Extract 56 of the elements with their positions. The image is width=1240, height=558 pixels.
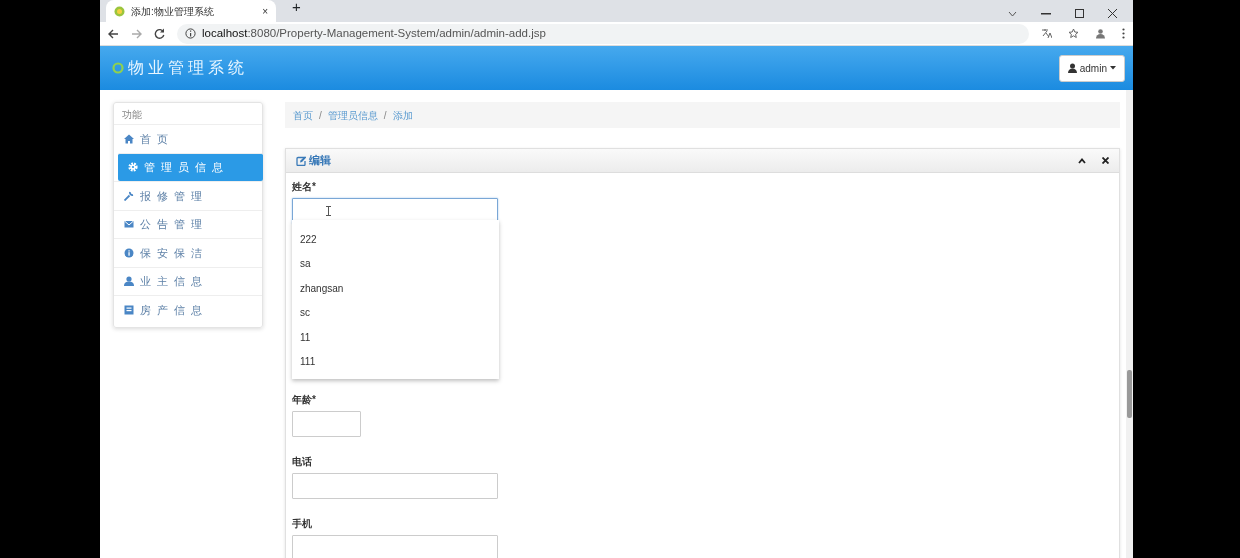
text-cursor-icon (326, 206, 331, 216)
caret-icon (1110, 66, 1116, 70)
field-label: 手机 (292, 517, 313, 531)
autocomplete-option[interactable]: zhangsan (292, 276, 499, 301)
address-bar[interactable]: localhost:8080/Property-Management-System/admin/admin-add.jsp (177, 23, 1029, 44)
sidebar-item[interactable]: 首页 (114, 124, 262, 153)
autocomplete-option[interactable]: 111 (292, 349, 499, 374)
info-icon (124, 247, 134, 258)
edit-icon (296, 155, 306, 166)
home-icon (124, 133, 134, 144)
close-icon[interactable] (1108, 9, 1117, 18)
field-label: 电话 (292, 455, 313, 469)
wrench-icon (124, 190, 134, 201)
close-tab-button[interactable]: × (262, 3, 268, 19)
sidebar-item[interactable]: 房产信息 (114, 295, 262, 324)
ring-logo-icon (112, 62, 124, 74)
sidebar-item[interactable]: 保安保洁 (114, 238, 262, 267)
field-label: 姓名* (292, 180, 317, 194)
autocomplete-option[interactable]: sc (292, 300, 499, 325)
autocomplete-option[interactable]: sa (292, 251, 499, 276)
autocomplete-option[interactable]: 222 (292, 227, 499, 252)
profile-icon[interactable] (1095, 28, 1106, 39)
sidebar-heading: 功能 (121, 108, 143, 122)
autocomplete-option[interactable]: 11 (292, 325, 499, 350)
close-icon[interactable] (1102, 157, 1109, 164)
app-title: 物业管理系统 (128, 57, 248, 79)
collapse-icon[interactable] (1078, 157, 1086, 164)
translate-icon[interactable] (1041, 28, 1052, 39)
sidebar-item[interactable]: 业主信息 (114, 266, 262, 295)
maximize-icon[interactable] (1075, 9, 1084, 18)
scrollbar[interactable] (1126, 90, 1133, 558)
url-text: localhost:8080/Property-Management-System/admin/admin-add.jsp (202, 25, 546, 41)
more-icon[interactable] (1122, 28, 1125, 39)
browser-tab[interactable]: 添加:物业管理系统 × (106, 0, 276, 22)
minimize-icon[interactable] (1041, 12, 1051, 15)
user-icon (124, 276, 134, 287)
info-icon (185, 28, 196, 39)
field-label: 年龄* (292, 393, 317, 407)
breadcrumb-separator: / (319, 108, 322, 123)
star-icon[interactable] (1068, 28, 1079, 39)
sidebar-item[interactable]: 报修管理 (114, 181, 262, 210)
panel-title: 编辑 (309, 153, 331, 169)
input-field[interactable] (292, 411, 361, 437)
back-icon[interactable] (108, 28, 119, 39)
chevron-down-icon[interactable] (1008, 10, 1017, 17)
reload-icon[interactable] (154, 28, 165, 39)
envelope-icon (124, 219, 134, 230)
input-field[interactable] (292, 535, 498, 558)
tab-title: 添加:物业管理系统 (131, 4, 215, 19)
sidebar-item[interactable]: 公告管理 (114, 209, 262, 238)
breadcrumb-separator: / (383, 108, 387, 123)
user-icon (1067, 63, 1077, 73)
user-menu-button[interactable]: admin (1058, 54, 1125, 82)
document-icon (124, 304, 134, 315)
input-field[interactable] (292, 473, 498, 499)
new-tab-button[interactable]: + (292, 0, 301, 18)
